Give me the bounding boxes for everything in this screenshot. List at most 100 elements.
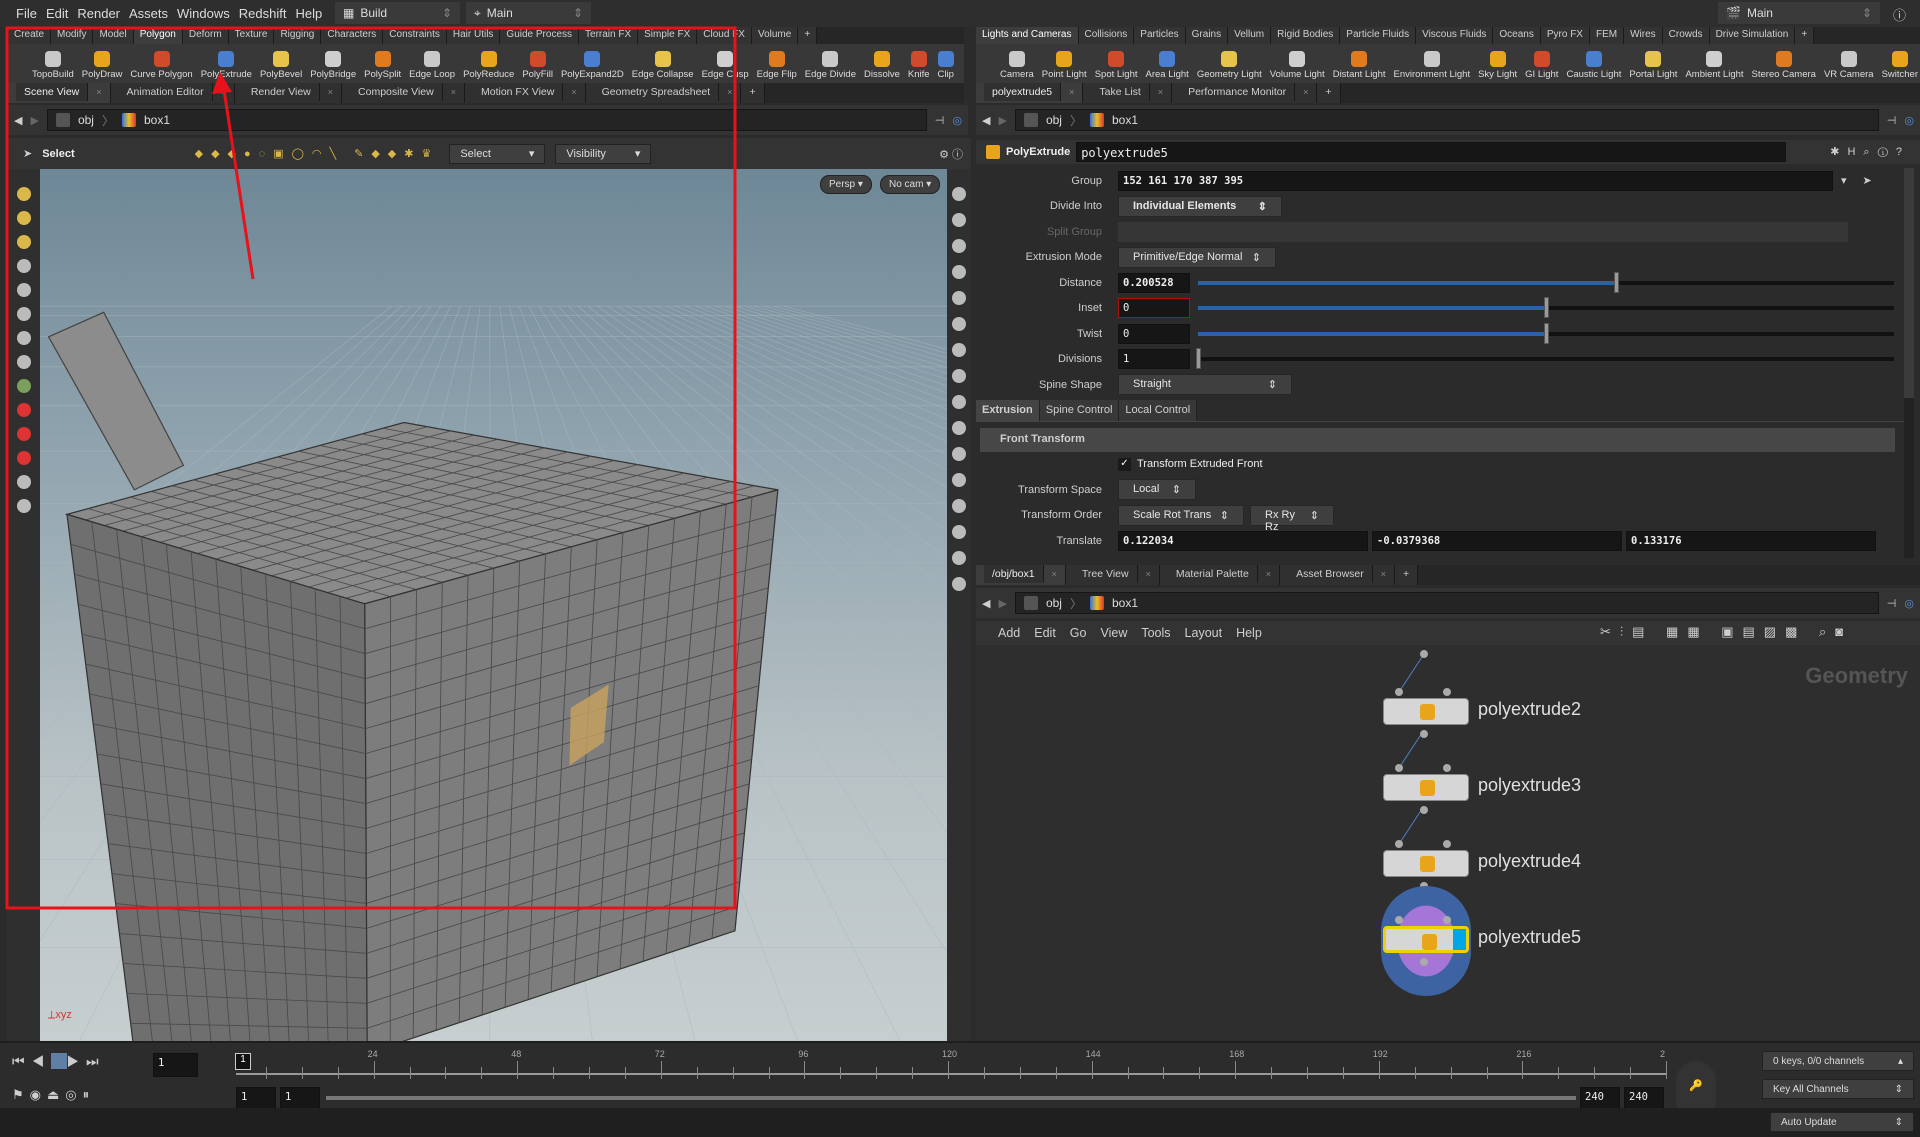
pane-tab[interactable]: Animation Editor× <box>111 83 235 103</box>
end-frame-field[interactable]: 240 <box>1624 1087 1664 1109</box>
shelf-tab[interactable]: Wires <box>1624 27 1663 44</box>
shelf-tool[interactable]: Stereo Camera <box>1748 51 1820 83</box>
scene-viewport[interactable]: Persp ▾ No cam ▾ ⟂xyz <box>40 169 947 1041</box>
select-arrow-icon[interactable]: ➤ <box>23 147 32 160</box>
inset-field[interactable]: 0 <box>1118 298 1190 318</box>
display-icon[interactable] <box>952 395 966 409</box>
close-icon[interactable]: × <box>1052 569 1057 579</box>
menu-help[interactable]: Help <box>295 6 322 21</box>
tool-icon[interactable] <box>17 475 31 489</box>
tool-icon[interactable] <box>17 355 31 369</box>
link-icon[interactable]: ◎ <box>1904 114 1914 127</box>
path-node[interactable]: box1 <box>1112 596 1138 610</box>
network-tool-icons[interactable]: ✂⫶▤ ▦▦ ▣▤▨▩ ⌕◙ <box>1600 624 1852 640</box>
translate-x-field[interactable]: 0.122034 <box>1118 531 1368 551</box>
right-context-selector[interactable]: 🎬Main⇕ <box>1718 2 1880 24</box>
shelf-tool[interactable]: VR Camera <box>1820 51 1878 83</box>
add-pane-icon[interactable]: + <box>1395 565 1418 585</box>
shelf-tab[interactable]: Model <box>93 27 133 44</box>
path-root[interactable]: obj <box>78 113 94 127</box>
node-connector[interactable] <box>1443 840 1451 848</box>
divisions-field[interactable]: 1 <box>1118 349 1190 369</box>
snap-icons[interactable]: ✎◆◆✱♛ <box>354 147 439 160</box>
pin-icon[interactable]: ⊣ <box>1887 597 1897 610</box>
shelf-tool[interactable]: Knife <box>904 51 934 83</box>
path-field[interactable]: obj〉box1 <box>1015 592 1879 614</box>
start-frame-field[interactable]: 1 <box>236 1087 276 1109</box>
persp-menu[interactable]: Persp ▾ <box>820 175 872 194</box>
playback-options-icons[interactable]: ⚑◉⏏◎⏸ <box>12 1087 95 1103</box>
tool-icon[interactable] <box>17 499 31 513</box>
menu-edit[interactable]: Edit <box>46 6 68 21</box>
distance-slider[interactable] <box>1198 281 1894 285</box>
shelf-tab[interactable]: Constraints <box>383 27 447 44</box>
current-frame-field[interactable]: 1 <box>153 1053 198 1077</box>
back-arrow-icon[interactable]: ◀ <box>14 114 22 127</box>
shelf-tab[interactable]: Simple FX <box>638 27 697 44</box>
front-transform-header[interactable]: Front Transform <box>980 428 1895 452</box>
back-arrow-icon[interactable]: ◀ <box>982 597 990 610</box>
playhead[interactable]: 1 <box>235 1053 251 1070</box>
close-icon[interactable]: × <box>451 87 456 97</box>
shelf-tab[interactable]: Cloud FX <box>697 27 752 44</box>
shelf-tab[interactable]: Polygon <box>134 27 183 44</box>
shelf-tool[interactable]: Geometry Light <box>1193 51 1266 83</box>
close-icon[interactable]: × <box>1303 87 1308 97</box>
menu-assets[interactable]: Assets <box>129 6 168 21</box>
close-icon[interactable]: × <box>571 87 576 97</box>
magnet-icon[interactable] <box>17 451 31 465</box>
add-pane-icon[interactable]: + <box>741 83 764 103</box>
range-slider[interactable] <box>326 1096 1576 1100</box>
menu-file[interactable]: File <box>16 6 37 21</box>
rotate-order-menu[interactable]: Rx Ry Rz⇕ <box>1250 505 1334 526</box>
lock-icon[interactable] <box>952 239 966 253</box>
add-tab-icon[interactable]: + <box>1795 27 1814 44</box>
twist-slider[interactable] <box>1198 332 1894 336</box>
node-connector[interactable] <box>1443 764 1451 772</box>
shelf-tab[interactable]: Guide Process <box>500 27 579 44</box>
pane-tab[interactable]: Performance Monitor× <box>1172 83 1317 103</box>
shelf-tab[interactable]: Grains <box>1186 27 1228 44</box>
desktop-selector[interactable]: ▦Build⇕ <box>335 2 460 24</box>
divisions-slider[interactable] <box>1198 357 1894 361</box>
tool-icon[interactable] <box>17 307 31 321</box>
node-connector[interactable] <box>1395 764 1403 772</box>
shelf-tool[interactable]: TopoBuild <box>28 51 78 83</box>
help-icon[interactable]: ⓘ <box>1893 5 1906 24</box>
param-tab[interactable]: Local Control <box>1119 400 1197 421</box>
shelf-tool[interactable]: PolyExtrude <box>197 51 256 83</box>
menu-render[interactable]: Render <box>77 6 120 21</box>
shelf-tool[interactable]: Switcher <box>1878 51 1920 83</box>
shelf-tab[interactable]: Lights and Cameras <box>976 27 1079 44</box>
node-connector[interactable] <box>1443 688 1451 696</box>
shelf-tool[interactable]: GI Light <box>1521 51 1562 83</box>
close-icon[interactable]: × <box>1381 569 1386 579</box>
selection-mode-icons[interactable]: ◆◆◆●◌▣◯◠╲ <box>195 147 344 160</box>
network-menu-tools[interactable]: Tools <box>1141 626 1170 640</box>
close-icon[interactable]: × <box>1069 87 1074 97</box>
group-field[interactable]: 152 161 170 387 395 <box>1118 171 1833 191</box>
divide-into-menu[interactable]: Individual Elements⇕ <box>1118 196 1282 217</box>
transform-order-menu[interactable]: Scale Rot Trans⇕ <box>1118 505 1244 526</box>
shelf-tool[interactable]: Portal Light <box>1625 51 1681 83</box>
shelf-tab[interactable]: Oceans <box>1493 27 1540 44</box>
shelf-tab[interactable]: Crowds <box>1663 27 1710 44</box>
shelf-tool[interactable]: PolyExpand2D <box>557 51 628 83</box>
display-icon[interactable] <box>952 421 966 435</box>
keys-channels-menu[interactable]: 0 keys, 0/0 channels▴ <box>1762 1051 1914 1071</box>
lock-icon[interactable] <box>17 283 31 297</box>
playback-controls[interactable]: ⏮◀■▶⏭ <box>12 1053 106 1070</box>
menu-windows[interactable]: Windows <box>177 6 230 21</box>
distance-field[interactable]: 0.200528 <box>1118 273 1190 293</box>
close-icon[interactable]: × <box>328 87 333 97</box>
shelf-tool[interactable]: PolySplit <box>360 51 405 83</box>
shelf-tab[interactable]: Terrain FX <box>579 27 638 44</box>
pin-icon[interactable]: ⊣ <box>1887 114 1897 127</box>
shelf-tool[interactable]: Edge Loop <box>405 51 459 83</box>
translate-y-field[interactable]: -0.0379368 <box>1372 531 1622 551</box>
transform-space-menu[interactable]: Local⇕ <box>1118 479 1196 500</box>
path-node[interactable]: box1 <box>1112 113 1138 127</box>
shelf-tool[interactable]: PolyDraw <box>78 51 127 83</box>
shelf-tool[interactable]: Sky Light <box>1474 51 1521 83</box>
node-connector[interactable] <box>1443 916 1451 924</box>
